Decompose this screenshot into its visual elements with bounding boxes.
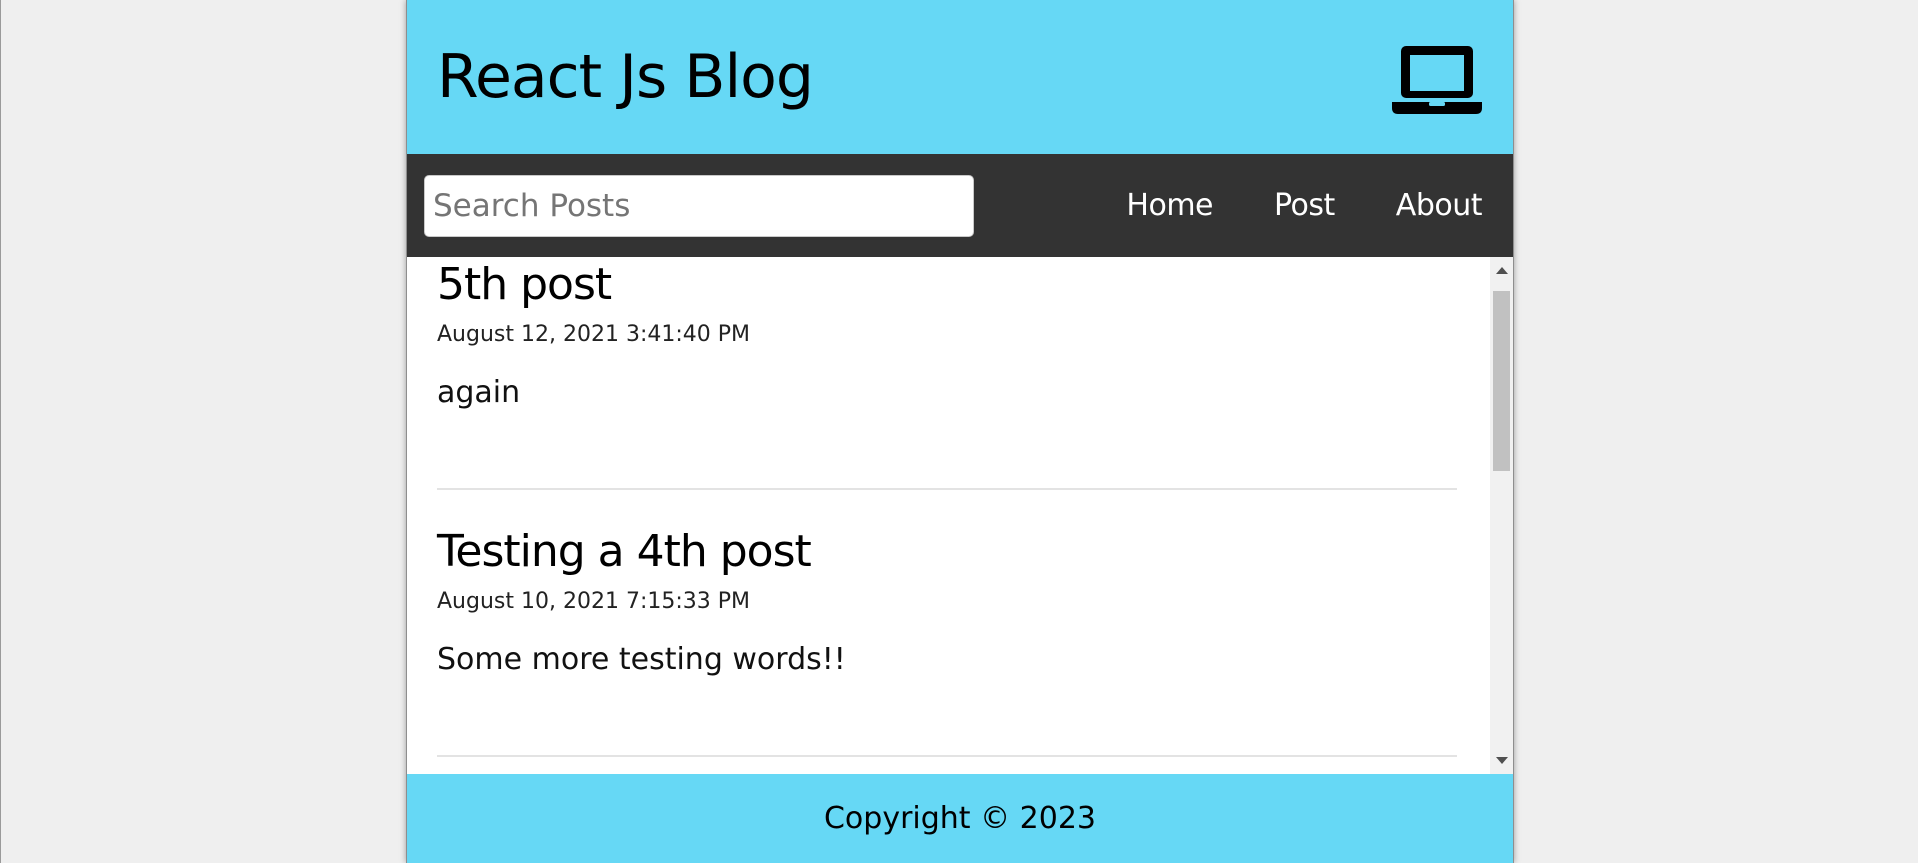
site-title: React Js Blog xyxy=(437,42,814,112)
search-input[interactable] xyxy=(424,174,974,237)
post-body: again xyxy=(437,375,521,410)
site-footer: Copyright © 2023 xyxy=(407,774,1513,863)
post-item[interactable]: 5th post August 12, 2021 3:41:40 PM agai… xyxy=(437,259,1457,490)
post-title[interactable]: 5th post xyxy=(437,259,1457,310)
post-feed-area[interactable]: 5th post August 12, 2021 3:41:40 PM agai… xyxy=(407,257,1513,774)
post-date: August 12, 2021 3:41:40 PM xyxy=(437,322,750,347)
blog-app: React Js Blog Home Post About 5th post A… xyxy=(406,0,1514,863)
scroll-down-arrow-icon[interactable] xyxy=(1496,757,1508,764)
laptop-icon xyxy=(1392,46,1482,114)
nav-link-home[interactable]: Home xyxy=(1126,188,1213,223)
window-edge xyxy=(0,0,1,863)
vertical-scrollbar[interactable] xyxy=(1490,257,1513,774)
nav-link-about[interactable]: About xyxy=(1396,188,1483,223)
post-feed: 5th post August 12, 2021 3:41:40 PM agai… xyxy=(407,259,1513,757)
post-item[interactable]: Testing a 4th post August 10, 2021 7:15:… xyxy=(437,490,1457,757)
site-header: React Js Blog xyxy=(407,0,1513,154)
copyright-text: Copyright © 2023 xyxy=(823,801,1096,836)
post-body: Some more testing words!! xyxy=(437,642,846,677)
scroll-up-arrow-icon[interactable] xyxy=(1496,267,1508,274)
scrollbar-thumb[interactable] xyxy=(1493,291,1510,471)
nav-links: Home Post About xyxy=(1126,188,1482,223)
nav-bar: Home Post About xyxy=(407,154,1513,257)
nav-link-post[interactable]: Post xyxy=(1274,188,1335,223)
post-title[interactable]: Testing a 4th post xyxy=(437,526,1457,577)
post-date: August 10, 2021 7:15:33 PM xyxy=(437,589,750,614)
